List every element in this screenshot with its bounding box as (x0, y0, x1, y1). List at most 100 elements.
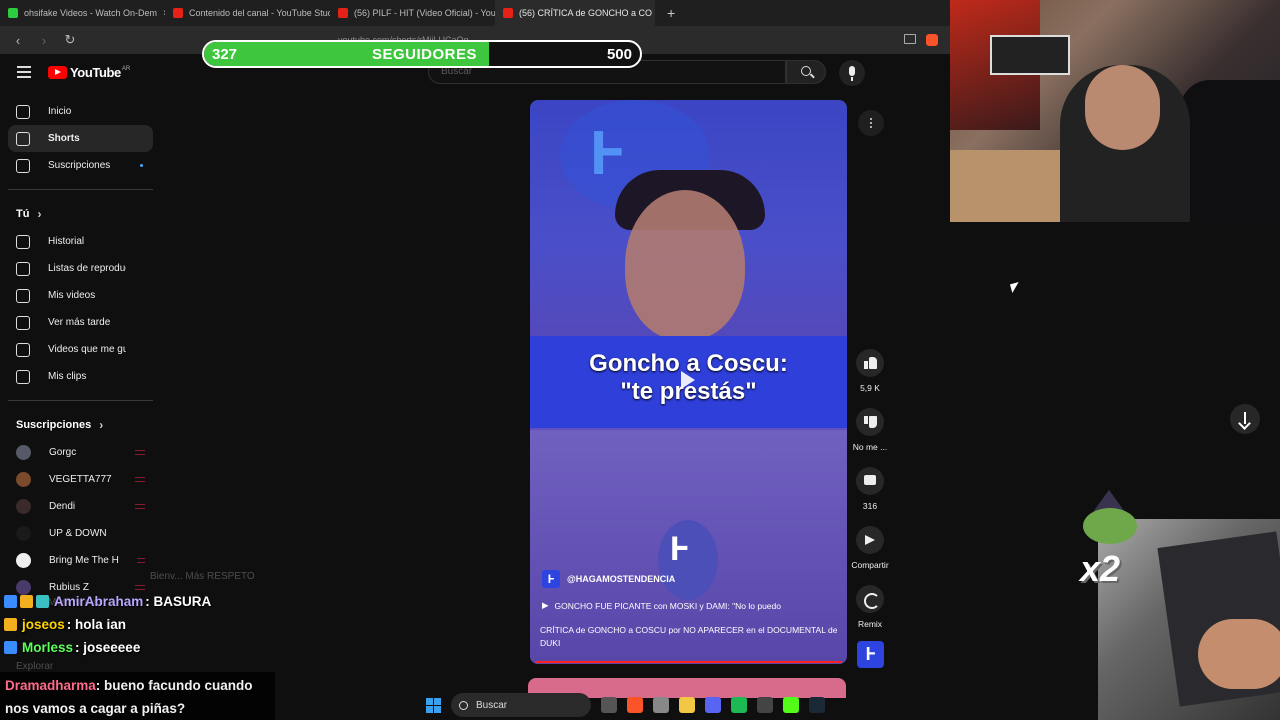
followers-goal-bar: 327 SEGUIDORES 500 (202, 40, 642, 68)
cast-icon[interactable] (904, 34, 916, 44)
share-icon[interactable] (856, 526, 884, 554)
folder-app-icon[interactable] (679, 697, 695, 713)
sidebar-item-label: Suscripciones (48, 160, 111, 171)
search-button[interactable] (786, 60, 826, 84)
chat-badge-icon (36, 595, 49, 608)
subscription-item[interactable]: VEGETTA777 (8, 466, 153, 493)
voice-search-button[interactable] (839, 60, 865, 86)
sidebar-item[interactable]: Videos que me gus... (8, 336, 153, 363)
brave-app-icon[interactable] (627, 697, 643, 713)
channel-handle[interactable]: @HAGAMOSTENDENCIA (567, 574, 675, 584)
taskbar-search[interactable]: Buscar (451, 693, 591, 717)
clips-icon (16, 369, 30, 384)
tab-favicon-icon (503, 8, 513, 18)
shorts-icon (16, 131, 30, 146)
streamer-head (1085, 65, 1160, 150)
sidebar-item[interactable]: Suscripciones (8, 152, 153, 179)
browser-tab[interactable]: (56) CRÍTICA de GONCHO a CO× (495, 0, 655, 26)
short-video-player[interactable]: Ⱶ Goncho a Coscu: "te prestás" Ⱶ Ⱶ @HAGA… (530, 100, 847, 664)
related-video-title: GONCHO FUE PICANTE con MOSKI y DAMI: "No… (554, 600, 781, 611)
tab-favicon-icon (8, 8, 18, 18)
sidebar-item[interactable]: Inicio (8, 98, 153, 125)
spotify-app-icon[interactable] (731, 697, 747, 713)
windows-start-icon[interactable] (426, 697, 441, 713)
comment-icon[interactable] (856, 467, 884, 495)
comments-action[interactable]: 316 (848, 467, 892, 511)
remix-icon[interactable] (856, 585, 884, 613)
chat-message: : hola ian (66, 617, 127, 632)
browser-tab[interactable]: ohsifake Videos - Watch On-Dem× (0, 0, 165, 26)
sidebar-item-label: Historial (48, 236, 85, 247)
discord-app-icon[interactable] (705, 697, 721, 713)
subscription-item[interactable]: Bring Me The Ho... (8, 547, 153, 574)
youtube-logo-text: YouTube (70, 65, 121, 80)
home-icon (16, 104, 30, 119)
hamburger-menu-icon[interactable] (17, 66, 31, 78)
subscription-item[interactable]: UP & DOWN (8, 520, 153, 547)
like-count: 5,9 K (860, 383, 880, 393)
mouse-cursor-icon (1009, 281, 1022, 294)
playlists-icon (16, 261, 30, 276)
dislike-action[interactable]: No me ... (848, 408, 892, 452)
chat-badge-icon (4, 618, 17, 631)
browser-tab[interactable]: Contenido del canal - YouTube Studi× (165, 0, 330, 26)
chat-username: AmirAbraham (54, 594, 144, 609)
sidebar-you-header[interactable]: Tú › (8, 200, 153, 228)
share-label: Compartir (851, 560, 889, 570)
brave-shield-icon[interactable] (926, 34, 938, 46)
sidebar-divider (8, 189, 153, 190)
tab-title: (56) CRÍTICA de GONCHO a CO (519, 8, 653, 18)
steam-app-icon[interactable] (809, 697, 825, 713)
sidebar-item[interactable]: Mis videos (8, 282, 153, 309)
sidebar-item[interactable]: Listas de reproducc... (8, 255, 153, 282)
live-indicator-icon (135, 450, 145, 455)
reload-icon[interactable]: ↻ (62, 32, 78, 48)
channel-info[interactable]: Ⱶ @HAGAMOSTENDENCIA (542, 570, 675, 588)
channel-badge[interactable]: Ⱶ (857, 641, 884, 668)
sidebar-item-label: Ver más tarde (48, 317, 111, 328)
sidebar-item[interactable]: Historial (8, 228, 153, 255)
sidebar-item[interactable]: Mis clips (8, 363, 153, 390)
thumbs-up-icon[interactable] (856, 349, 884, 377)
followers-goal: 500 (606, 46, 632, 63)
chevron-right-icon: › (37, 207, 42, 221)
subscription-item[interactable]: Gorgc (8, 439, 153, 466)
file-manager-app-icon[interactable] (601, 697, 617, 713)
settings-app-icon[interactable] (653, 697, 669, 713)
tab-title: (56) PILF - HIT (Video Oficial) - YouTu (354, 8, 495, 18)
browser-tab-strip: ohsifake Videos - Watch On-Dem×Contenido… (0, 0, 950, 26)
play-small-icon: ▶ (542, 600, 549, 610)
video-progress-bar[interactable] (535, 661, 842, 663)
browser-tab[interactable]: (56) PILF - HIT (Video Oficial) - YouTu× (330, 0, 495, 26)
back-icon[interactable]: ‹ (10, 33, 26, 48)
play-icon[interactable] (677, 368, 699, 392)
wall-sign (990, 35, 1070, 75)
short-title: CRÍTICA de GONCHO a COSCU por NO APARECE… (540, 625, 838, 648)
forward-icon[interactable]: › (36, 33, 52, 48)
thumbs-down-icon[interactable] (856, 408, 884, 436)
liked-videos-icon (16, 342, 30, 357)
share-action[interactable]: Compartir (848, 526, 892, 570)
subscription-item[interactable]: Dendi (8, 493, 153, 520)
kick-app-icon[interactable] (783, 697, 799, 713)
sidebar-item[interactable]: Ver más tarde (8, 309, 153, 336)
sidebar: Inicio Shorts Suscripciones Tú › Historial… (8, 98, 153, 601)
chat-message: : BASURA (145, 594, 212, 609)
remix-action[interactable]: Remix (848, 585, 892, 629)
chat-badge-icon (4, 641, 17, 654)
ghost-explore: Explorar (16, 661, 54, 672)
new-tab-icon[interactable]: + (667, 5, 675, 21)
related-video-link[interactable]: ▶ GONCHO FUE PICANTE con MOSKI y DAMI: "… (542, 600, 781, 611)
subscriptions-icon (16, 158, 30, 173)
channel-avatar (16, 499, 31, 514)
next-short-button[interactable] (1230, 404, 1260, 434)
followers-current: 327 (212, 46, 238, 63)
like-action[interactable]: 5,9 K (848, 349, 892, 393)
sidebar-subs-header[interactable]: Suscripciones › (8, 411, 153, 439)
sidebar-item-label: Videos que me gus... (48, 344, 126, 355)
sidebar-item[interactable]: Shorts (8, 125, 153, 152)
channel-avatar[interactable]: Ⱶ (542, 570, 560, 588)
youtube-logo[interactable]: YouTube AR (48, 65, 130, 80)
more-options-icon[interactable] (858, 110, 884, 136)
pen-app-icon[interactable] (757, 697, 773, 713)
